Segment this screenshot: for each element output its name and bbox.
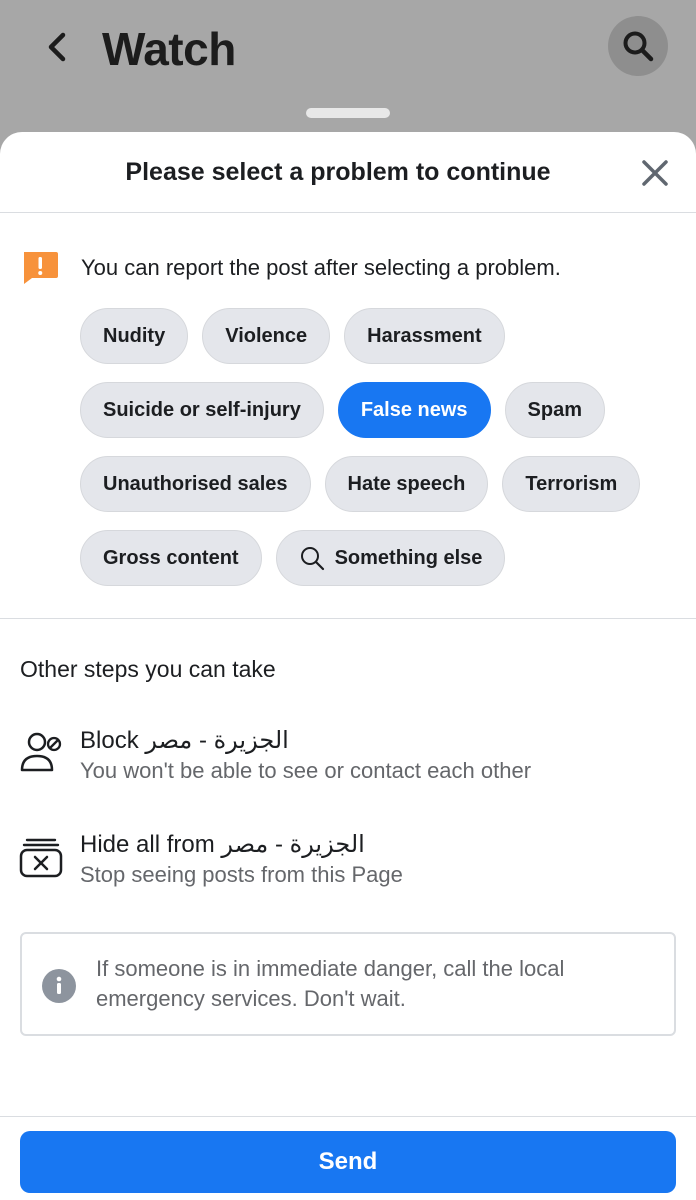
sheet-drag-handle[interactable] xyxy=(306,108,390,118)
section-divider xyxy=(0,618,696,619)
chip-terrorism[interactable]: Terrorism xyxy=(502,456,641,512)
chip-spam[interactable]: Spam xyxy=(504,382,606,438)
block-option-subtitle: You won't be able to see or contact each… xyxy=(80,758,532,783)
block-option[interactable]: Block الجزيرة - مصر You won't be able to… xyxy=(18,726,678,790)
problem-chips: Nudity Violence Harassment Suicide or se… xyxy=(80,308,680,604)
sheet-header: Please select a problem to continue xyxy=(0,132,696,213)
search-button[interactable] xyxy=(608,16,668,76)
chip-hate-speech[interactable]: Hate speech xyxy=(324,456,489,512)
chip-label: Nudity xyxy=(103,324,166,347)
notice-text: You can report the post after selecting … xyxy=(81,255,561,280)
hide-all-option-subtitle: Stop seeing posts from this Page xyxy=(80,862,403,887)
chip-label: Spam xyxy=(527,398,583,421)
chip-row: Suicide or self-injury False news Spam xyxy=(80,382,680,438)
chip-harassment[interactable]: Harassment xyxy=(344,308,505,364)
emergency-info-box: If someone is in immediate danger, call … xyxy=(20,932,676,1036)
chip-label: Terrorism xyxy=(525,472,618,495)
chip-label: Gross content xyxy=(103,546,239,569)
search-icon xyxy=(299,545,325,571)
send-button[interactable]: Send xyxy=(20,1131,676,1193)
warning-icon xyxy=(24,252,58,284)
chip-label: Something else xyxy=(334,546,483,569)
chip-row: Gross content Something else xyxy=(80,530,680,586)
footer-divider xyxy=(0,1116,696,1117)
back-button[interactable] xyxy=(40,28,74,66)
chip-something-else[interactable]: Something else xyxy=(275,530,506,586)
chevron-left-icon xyxy=(48,32,66,62)
chip-row: Nudity Violence Harassment xyxy=(80,308,680,364)
chip-violence[interactable]: Violence xyxy=(202,308,331,364)
hide-all-option[interactable]: Hide all from الجزيرة - مصر Stop seeing … xyxy=(18,830,678,894)
chip-nudity[interactable]: Nudity xyxy=(80,308,189,364)
chip-label: Violence xyxy=(225,324,308,347)
chip-unauthorised-sales[interactable]: Unauthorised sales xyxy=(80,456,311,512)
chip-suicide-or-self-injury[interactable]: Suicide or self-injury xyxy=(80,382,324,438)
block-option-title: Block الجزيرة - مصر xyxy=(80,727,289,754)
chip-label: False news xyxy=(360,398,468,421)
hide-all-icon xyxy=(19,838,63,878)
other-steps-title: Other steps you can take xyxy=(20,656,276,682)
chip-label: Unauthorised sales xyxy=(103,472,288,495)
search-icon xyxy=(623,31,654,62)
chip-row: Unauthorised sales Hate speech Terrorism xyxy=(80,456,680,512)
hide-all-option-title: Hide all from الجزيرة - مصر xyxy=(80,831,365,858)
page-title: Watch xyxy=(102,23,236,75)
report-bottom-sheet: Please select a problem to continue You … xyxy=(0,132,696,1200)
close-button[interactable] xyxy=(636,154,674,192)
emergency-info-text: If someone is in immediate danger, call … xyxy=(96,956,565,1011)
info-icon xyxy=(42,969,76,1003)
top-app-bar: Watch xyxy=(0,0,696,134)
block-user-icon xyxy=(20,732,62,772)
close-icon xyxy=(642,160,668,186)
chip-false-news[interactable]: False news xyxy=(337,382,491,438)
chip-gross-content[interactable]: Gross content xyxy=(80,530,262,586)
chip-label: Hate speech xyxy=(347,472,466,495)
chip-label: Harassment xyxy=(367,324,482,347)
sheet-title: Please select a problem to continue xyxy=(125,158,551,186)
report-notice: You can report the post after selecting … xyxy=(20,248,680,288)
chip-label: Suicide or self-injury xyxy=(103,398,301,421)
